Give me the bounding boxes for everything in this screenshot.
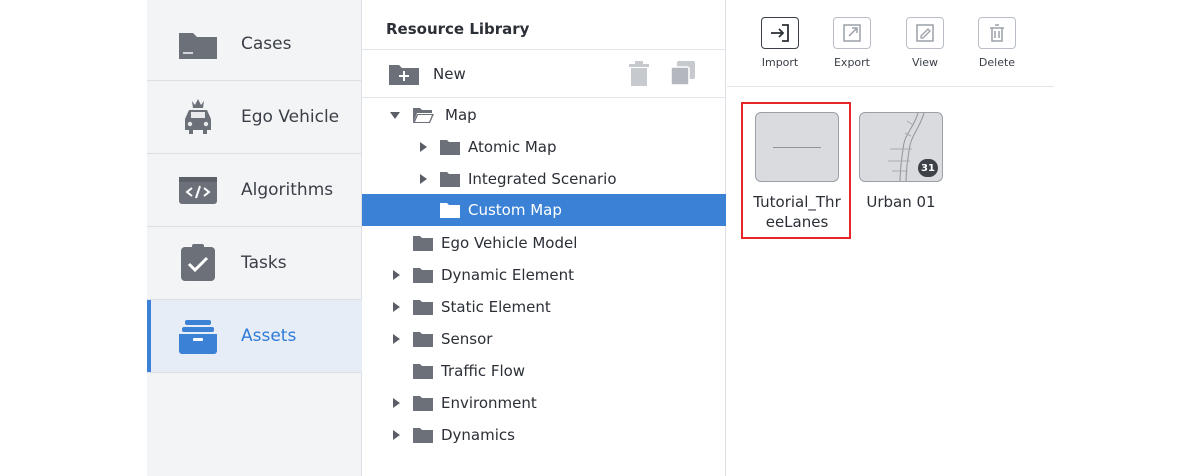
tree-label: Dynamic Element — [441, 266, 575, 284]
assets-box-icon — [179, 320, 217, 354]
export-button-frame — [833, 17, 871, 49]
copy-icon[interactable] — [670, 60, 696, 86]
code-icon — [179, 177, 217, 204]
caret-down-icon[interactable] — [390, 109, 400, 121]
nav-item-ego-vehicle[interactable]: Ego Vehicle — [147, 81, 362, 154]
folder-icon — [413, 332, 433, 347]
import-label: Import — [761, 56, 799, 69]
folder-icon — [440, 203, 460, 218]
folder-icon — [440, 172, 460, 187]
asset-name: Urban 01 — [866, 193, 936, 211]
tree-item-dynamics[interactable]: Dynamics — [362, 419, 726, 451]
folder-icon — [413, 300, 433, 315]
caret-right-icon[interactable] — [391, 333, 401, 345]
car-crown-icon — [185, 99, 211, 134]
caret-right-icon[interactable] — [391, 301, 401, 313]
caret-right-icon[interactable] — [391, 429, 401, 441]
nav-item-algorithms[interactable]: Algorithms — [147, 154, 362, 227]
caret-right-icon[interactable] — [418, 141, 428, 153]
tree-item-dynamic-element[interactable]: Dynamic Element — [362, 259, 726, 291]
delete-label: Delete — [978, 56, 1016, 69]
view-button-frame — [906, 17, 944, 49]
side-navigation: Cases Ego Vehicle Algorithms Tasks Asset… — [147, 0, 362, 476]
folder-icon — [413, 396, 433, 411]
trash-icon — [990, 24, 1004, 42]
tree-item-atomic-map[interactable]: Atomic Map — [362, 131, 726, 163]
delete-button-frame — [978, 17, 1016, 49]
map-thumbnail: 31 — [859, 112, 943, 182]
divider — [362, 49, 726, 50]
import-icon — [771, 24, 789, 42]
tree-item-custom-map[interactable]: Custom Map — [362, 194, 726, 226]
tree-item-integrated-scenario[interactable]: Integrated Scenario — [362, 163, 726, 195]
tree-item-static-element[interactable]: Static Element — [362, 291, 726, 323]
new-button[interactable]: New — [388, 60, 466, 88]
resource-library-panel: Resource Library New Map Atomic Map Inte… — [362, 0, 726, 476]
view-button[interactable]: View — [899, 17, 951, 69]
tree-label: Sensor — [441, 330, 493, 348]
tree-item-map[interactable]: Map — [362, 99, 726, 131]
folder-icon — [413, 428, 433, 443]
tree-item-environment[interactable]: Environment — [362, 387, 726, 419]
tree-label: Static Element — [441, 298, 551, 316]
caret-right-icon[interactable] — [391, 269, 401, 281]
nav-item-tasks[interactable]: Tasks — [147, 227, 362, 300]
new-folder-icon — [389, 65, 419, 85]
folder-icon — [440, 140, 460, 155]
edit-view-icon — [916, 24, 934, 42]
tree-label: Dynamics — [441, 426, 515, 444]
export-label: Export — [833, 56, 870, 69]
nav-label-assets: Assets — [241, 326, 297, 346]
panel-title: Resource Library — [386, 20, 530, 38]
folder-icon — [413, 268, 433, 283]
tree-label: Traffic Flow — [441, 362, 526, 380]
nav-label-cases: Cases — [241, 34, 292, 54]
tree-label: Atomic Map — [468, 138, 557, 156]
nav-label-algorithms: Algorithms — [241, 180, 334, 200]
folder-icon — [413, 236, 433, 251]
tree-label: Environment — [441, 394, 537, 412]
tree-label: Map — [445, 106, 477, 124]
divider — [727, 86, 1054, 87]
selection-highlight — [741, 102, 851, 239]
tree-label: Ego Vehicle Model — [441, 234, 578, 252]
new-button-label: New — [433, 65, 466, 83]
import-button-frame — [761, 17, 799, 49]
delete-button[interactable]: Delete — [971, 17, 1023, 69]
caret-right-icon[interactable] — [391, 397, 401, 409]
tree-item-sensor[interactable]: Sensor — [362, 323, 726, 355]
asset-card-urban-01[interactable]: 31 Urban 01 — [859, 112, 943, 212]
tree-item-traffic-flow[interactable]: Traffic Flow — [362, 355, 726, 387]
import-button[interactable]: Import — [754, 17, 806, 69]
nav-item-assets[interactable]: Assets — [147, 300, 362, 373]
folder-icon — [413, 364, 433, 379]
nav-label-ego-vehicle: Ego Vehicle — [241, 107, 340, 127]
nav-label-tasks: Tasks — [241, 253, 287, 273]
nav-item-cases[interactable]: Cases — [147, 8, 362, 81]
divider — [362, 97, 726, 98]
view-label: View — [911, 56, 939, 69]
tree-label: Custom Map — [468, 201, 562, 219]
tree-label: Integrated Scenario — [468, 170, 617, 188]
count-badge: 31 — [918, 159, 938, 177]
export-button[interactable]: Export — [826, 17, 878, 69]
folder-open-icon — [413, 108, 434, 123]
trash-icon[interactable] — [627, 61, 651, 87]
tree-item-ego-vehicle-model[interactable]: Ego Vehicle Model — [362, 227, 726, 259]
task-check-icon — [181, 244, 215, 281]
folder-icon — [179, 33, 217, 59]
caret-right-icon[interactable] — [418, 173, 428, 185]
export-icon — [843, 24, 861, 42]
